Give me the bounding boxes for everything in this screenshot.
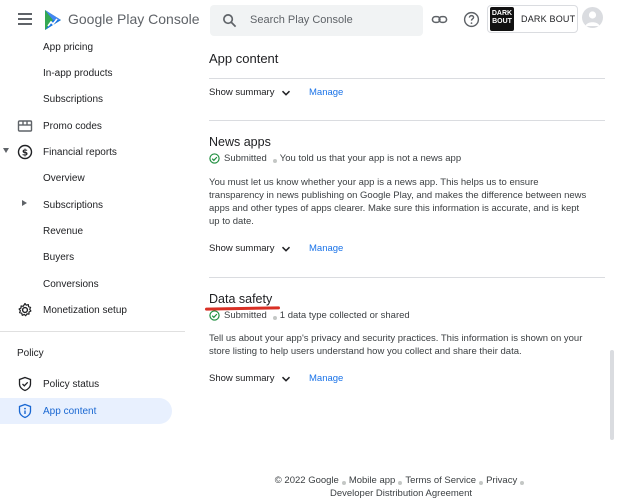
- sidebar-section-policy: Policy: [17, 348, 44, 359]
- status-note: 1 data type collected or shared: [279, 310, 410, 321]
- sidebar-item-label: Overview: [43, 172, 85, 184]
- data-safety-title: Data safety: [209, 292, 273, 306]
- sidebar-item-label: Subscriptions: [43, 199, 104, 211]
- check-circle-icon: [209, 153, 220, 164]
- sidebar-item-policy-status[interactable]: Policy status: [0, 371, 172, 397]
- manage-link[interactable]: Manage: [309, 243, 343, 254]
- menu-icon[interactable]: [18, 13, 32, 25]
- sidebar-item-financial-subscriptions[interactable]: Subscriptions: [0, 192, 172, 218]
- sidebar-item-label: Monetization setup: [43, 304, 127, 316]
- chevron-down-icon[interactable]: [3, 148, 9, 153]
- sidebar-item-label: Policy status: [43, 378, 100, 390]
- show-summary-label: Show summary: [209, 373, 275, 384]
- badge-text-line2: BOUT: [492, 18, 512, 25]
- sidebar-item-label: App content: [43, 405, 97, 417]
- svg-text:$: $: [22, 149, 28, 159]
- sidebar-item-label: Financial reports: [43, 146, 117, 158]
- separator-dot: [272, 158, 277, 163]
- sidebar-item-revenue[interactable]: Revenue: [0, 218, 172, 244]
- avatar[interactable]: [582, 7, 603, 28]
- sidebar-item-app-pricing[interactable]: App pricing: [0, 34, 172, 60]
- sidebar-item-label: App pricing: [43, 41, 94, 53]
- sidebar-item-in-app-products[interactable]: In-app products: [0, 60, 172, 86]
- sidebar: App pricing In-app products Subscription…: [0, 35, 185, 500]
- user-icon: [585, 11, 600, 26]
- status-text: Submitted: [224, 153, 267, 164]
- sidebar-item-promo-codes[interactable]: Promo codes: [0, 113, 172, 139]
- play-console-logo-icon: [45, 10, 61, 30]
- separator-dot: [272, 315, 277, 320]
- check-circle-icon: [209, 310, 220, 321]
- show-summary-label: Show summary: [209, 87, 275, 98]
- manage-link[interactable]: Manage: [309, 87, 343, 98]
- data-safety-description: Tell us about your app's privacy and sec…: [209, 333, 583, 357]
- status-note: You told us that your app is not a news …: [279, 153, 462, 164]
- sidebar-item-overview[interactable]: Overview: [0, 165, 172, 191]
- separator-dot: [341, 480, 346, 485]
- footer-dda-link[interactable]: Developer Distribution Agreement: [330, 488, 472, 499]
- badge-text-line1: DARK: [491, 10, 513, 17]
- footer-privacy-link[interactable]: Privacy: [486, 475, 517, 486]
- sidebar-divider: [0, 331, 185, 332]
- status-text: Submitted: [224, 310, 267, 321]
- footer-copyright: © 2022 Google: [274, 475, 339, 486]
- separator-dot: [398, 480, 403, 485]
- app-title[interactable]: Google Play Console: [68, 11, 200, 27]
- footer-mobile-app-link[interactable]: Mobile app: [349, 475, 395, 486]
- sidebar-item-label: Subscriptions: [43, 93, 104, 105]
- main-content: App content Show summary Manage News app…: [185, 40, 617, 500]
- chevron-down-icon: [282, 246, 291, 252]
- sidebar-item-subscriptions[interactable]: Subscriptions: [0, 86, 172, 112]
- sidebar-item-label: In-app products: [43, 67, 113, 79]
- search-input[interactable]: Search Play Console: [210, 5, 423, 36]
- search-placeholder: Search Play Console: [250, 14, 353, 26]
- show-summary-toggle[interactable]: Show summary: [209, 87, 291, 98]
- separator-dot: [479, 480, 484, 485]
- show-summary-toggle[interactable]: Show summary: [209, 243, 291, 254]
- news-apps-description: You must let us know whether your app is…: [209, 177, 587, 227]
- sidebar-item-label: Revenue: [43, 225, 84, 237]
- gear-icon: [18, 302, 32, 317]
- divider: [209, 120, 605, 121]
- manage-link[interactable]: Manage: [309, 373, 343, 384]
- sidebar-item-buyers[interactable]: Buyers: [0, 244, 172, 270]
- search-icon: [223, 14, 237, 28]
- account-switcher[interactable]: DARK BOUT DARK BOUT: [487, 5, 578, 33]
- news-apps-status: Submitted You told us that your app is n…: [209, 153, 461, 164]
- data-safety-status: Submitted 1 data type collected or share…: [209, 310, 410, 321]
- sidebar-item-financial-reports[interactable]: $ Financial reports: [0, 139, 172, 165]
- news-apps-title: News apps: [209, 135, 271, 149]
- shield-info-icon: [18, 403, 32, 419]
- sidebar-item-app-content[interactable]: App content: [0, 398, 172, 424]
- show-summary-toggle[interactable]: Show summary: [209, 373, 291, 384]
- dollar-circle-icon: $: [17, 144, 33, 160]
- shield-check-icon: [18, 376, 32, 392]
- account-name: DARK BOUT: [521, 14, 576, 24]
- sidebar-item-label: Buyers: [43, 251, 75, 263]
- developer-logo: DARK BOUT: [490, 7, 514, 31]
- show-summary-label: Show summary: [209, 243, 275, 254]
- sidebar-item-conversions[interactable]: Conversions: [0, 271, 172, 297]
- footer: © 2022 Google Mobile app Terms of Servic…: [185, 475, 617, 499]
- sidebar-item-label: Promo codes: [43, 120, 102, 132]
- scrollbar[interactable]: [610, 350, 614, 440]
- chevron-right-icon[interactable]: [22, 200, 27, 206]
- help-icon[interactable]: [463, 11, 480, 28]
- divider: [209, 78, 605, 79]
- chevron-down-icon: [282, 90, 291, 96]
- separator-dot: [520, 480, 525, 485]
- footer-terms-link[interactable]: Terms of Service: [405, 475, 476, 486]
- sidebar-item-label: Conversions: [43, 278, 99, 290]
- page-title: App content: [209, 51, 279, 66]
- chevron-down-icon: [282, 376, 291, 382]
- link-icon[interactable]: [431, 11, 448, 28]
- sidebar-item-monetization-setup[interactable]: Monetization setup: [0, 297, 172, 323]
- divider: [209, 277, 605, 278]
- promo-codes-icon: [17, 120, 33, 132]
